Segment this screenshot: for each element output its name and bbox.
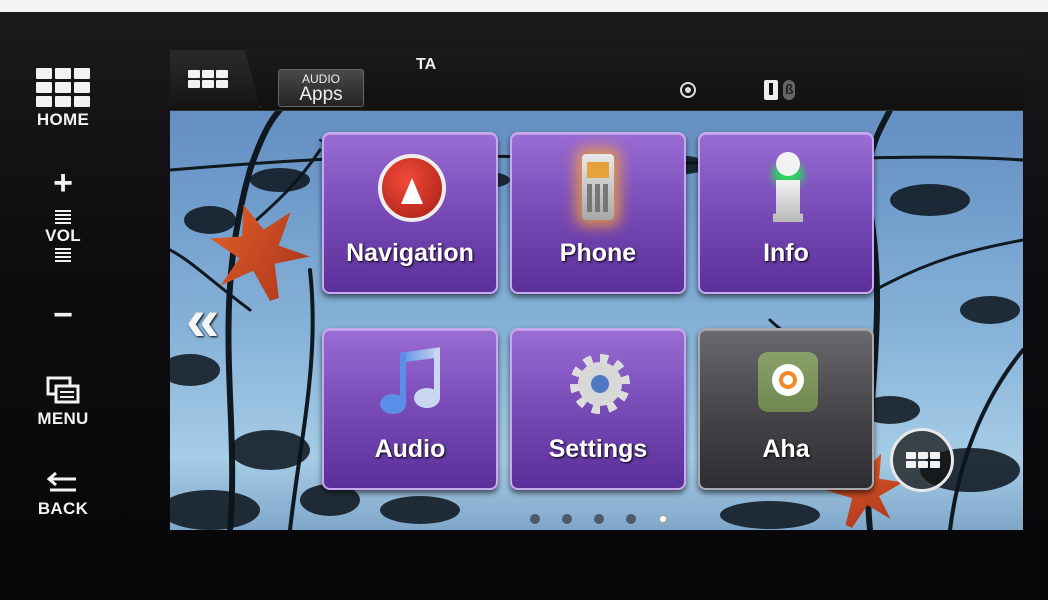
home-label: HOME (36, 110, 90, 129)
audio-source-bottom: Apps (299, 84, 343, 105)
music-note-icon (380, 347, 444, 416)
page-dot[interactable] (562, 514, 572, 524)
tile-label: Phone (559, 239, 637, 267)
menu-hard-button[interactable]: MENU (18, 376, 108, 429)
tile-info[interactable]: Info (698, 132, 874, 294)
tile-audio[interactable]: Audio (322, 328, 498, 490)
page-dot[interactable] (594, 514, 604, 524)
volume-up-button[interactable]: + (18, 166, 108, 200)
home-hard-button[interactable]: HOME (18, 68, 108, 130)
menu-icon (46, 376, 80, 404)
grid-icon (906, 452, 940, 468)
minus-icon: − (53, 296, 73, 334)
volume-lines-icon-lower (18, 248, 108, 262)
phone-icon (582, 154, 614, 220)
plus-icon: + (53, 164, 73, 202)
previous-page-chevron[interactable]: « (186, 290, 219, 350)
bluetooth-icon (783, 80, 795, 100)
vol-label: VOL (45, 226, 81, 245)
menu-label: MENU (37, 409, 89, 428)
tile-phone[interactable]: Phone (510, 132, 686, 294)
tile-label: Audio (374, 435, 446, 463)
volume-lines-icon (18, 210, 108, 224)
tile-label: Aha (762, 435, 810, 463)
status-bar: AUDIO Apps TA (170, 50, 1023, 111)
usb-icon (764, 80, 778, 100)
tile-label: Navigation (346, 239, 474, 267)
page-dot[interactable] (530, 514, 540, 524)
gear-icon (570, 354, 630, 414)
tile-label: Info (763, 239, 809, 267)
navigation-icon (378, 154, 446, 222)
home-grid-icon (18, 68, 108, 107)
back-arrow-icon (46, 471, 76, 492)
touch-screen: AUDIO Apps TA « Navigation Phone Info Au… (170, 50, 1023, 530)
back-label: BACK (37, 499, 89, 518)
volume-down-button[interactable]: − (18, 298, 108, 332)
gps-icon (680, 82, 696, 98)
ta-indicator: TA (416, 56, 437, 73)
top-strip (0, 0, 1048, 12)
page-dot[interactable] (626, 514, 636, 524)
audio-source-button[interactable]: AUDIO Apps (278, 69, 364, 107)
home-tab-button[interactable] (170, 50, 261, 108)
page-dot-active[interactable] (658, 514, 668, 524)
tile-settings[interactable]: Settings (510, 328, 686, 490)
page-indicator (530, 514, 668, 524)
back-hard-button[interactable]: BACK (18, 470, 108, 519)
grid-icon (188, 70, 228, 88)
tile-navigation[interactable]: Navigation (322, 132, 498, 294)
all-apps-button[interactable] (890, 428, 954, 492)
volume-indicator: VOL (18, 208, 108, 264)
tile-label: Settings (548, 435, 648, 463)
aha-icon (758, 352, 818, 412)
info-icon (768, 152, 808, 224)
tile-aha[interactable]: Aha (698, 328, 874, 490)
